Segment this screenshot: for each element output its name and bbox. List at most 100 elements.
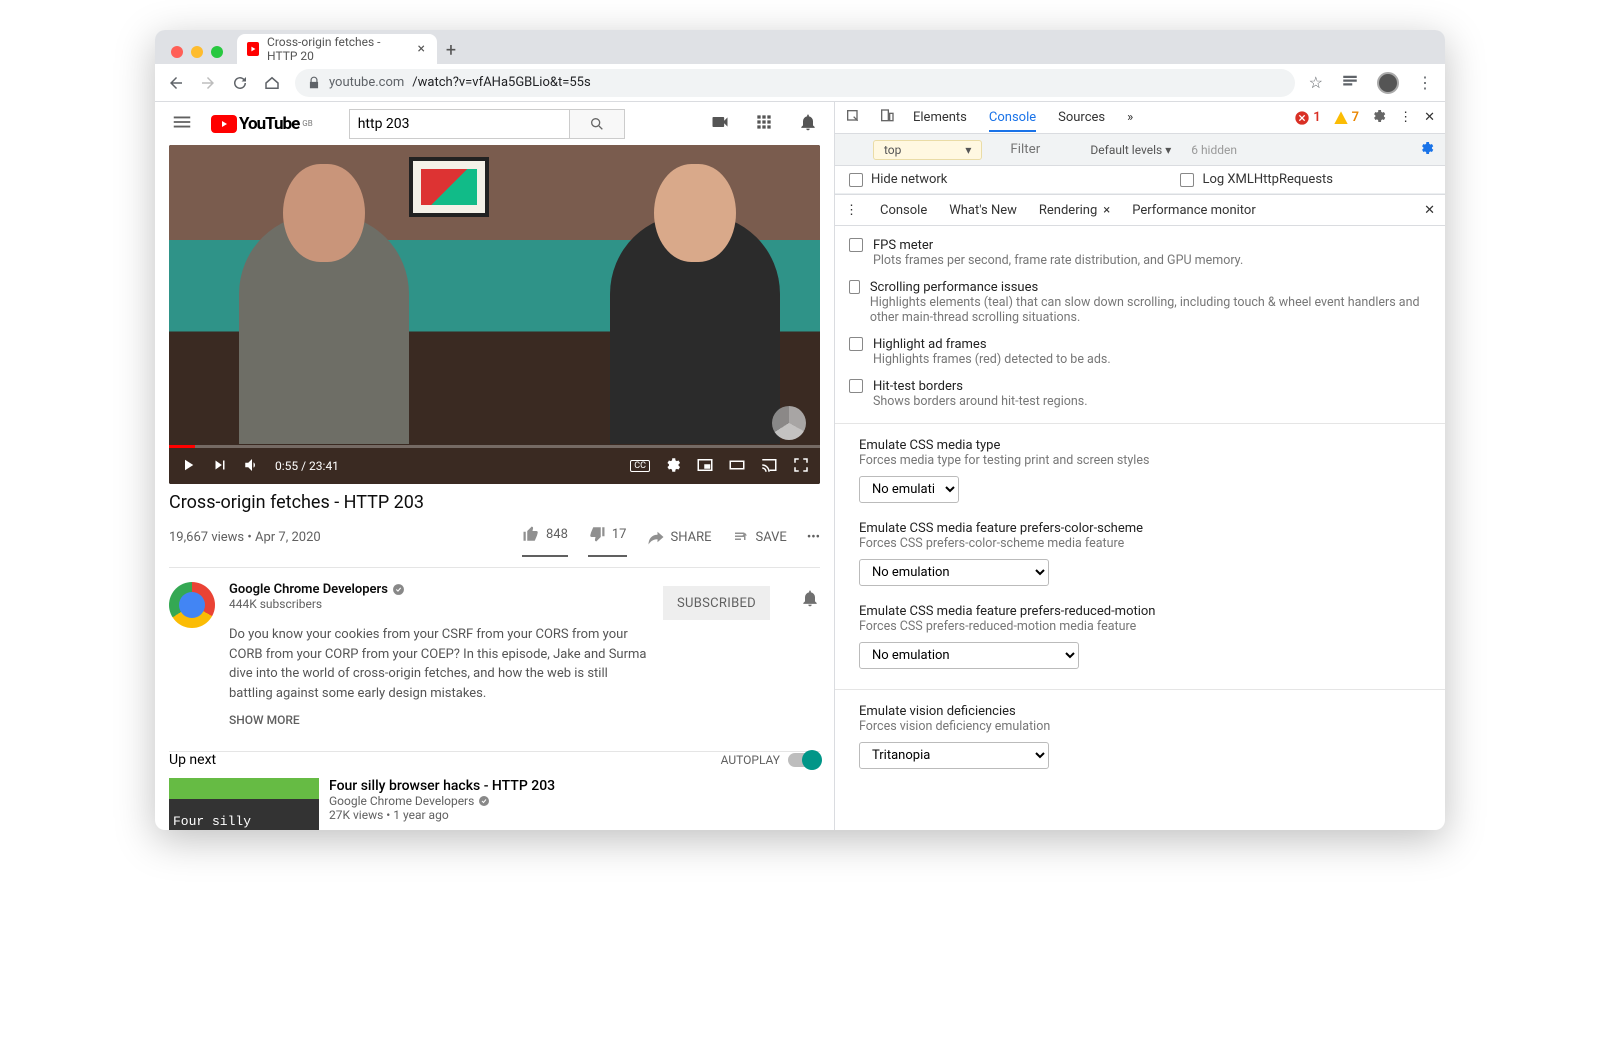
lock-icon	[307, 76, 321, 90]
fps-meter-label: FPS meter	[873, 238, 1243, 253]
cast-button[interactable]	[760, 456, 778, 477]
media-type-select[interactable]: No emulation	[859, 476, 959, 503]
drawer-tabs: ⋮ Console What's New Rendering× Performa…	[835, 194, 1445, 226]
new-tab-button[interactable]: +	[437, 36, 465, 64]
tab-console[interactable]: Console	[989, 103, 1036, 132]
drawer-tab-console[interactable]: Console	[880, 203, 927, 218]
context-selector[interactable]: top▾	[873, 140, 982, 160]
close-tab-icon[interactable]: ×	[416, 41, 427, 57]
theater-button[interactable]	[728, 456, 746, 477]
star-icon[interactable]: ☆	[1309, 73, 1323, 92]
minimize-window-button[interactable]	[191, 46, 203, 58]
maximize-window-button[interactable]	[211, 46, 223, 58]
profile-avatar[interactable]	[1377, 72, 1399, 94]
close-tab-icon[interactable]: ×	[1103, 203, 1110, 218]
color-scheme-desc: Forces CSS prefers-color-scheme media fe…	[859, 536, 1421, 551]
inspect-element-icon[interactable]	[845, 108, 861, 128]
highlight-ads-label: Highlight ad frames	[873, 337, 1111, 352]
browser-menu-icon[interactable]: ⋮	[1417, 73, 1433, 92]
video-frame-decor	[409, 157, 489, 217]
subscriber-count: 444K subscribers	[229, 597, 649, 611]
settings-icon[interactable]	[1371, 108, 1387, 128]
up-next-heading: Up next	[169, 752, 216, 768]
more-actions-button[interactable]: •••	[807, 530, 820, 545]
notification-bell-icon[interactable]	[800, 588, 820, 727]
url-domain: youtube.com	[329, 75, 404, 90]
youtube-logo[interactable]: YouTubeGB	[211, 114, 313, 134]
drawer-tab-whatsnew[interactable]: What's New	[949, 203, 1017, 218]
filter-input[interactable]	[1010, 142, 1070, 157]
like-button[interactable]: 848	[522, 525, 568, 557]
levels-selector[interactable]: Default levels ▾	[1084, 141, 1177, 159]
console-settings-icon[interactable]	[1419, 140, 1435, 159]
tab-more[interactable]: »	[1127, 103, 1133, 132]
next-video-title: Four silly browser hacks - HTTP 203	[329, 778, 555, 794]
hide-network-checkbox[interactable]	[849, 173, 863, 187]
up-next-item[interactable]: Four silly Four silly browser hacks - HT…	[155, 768, 834, 830]
vision-select[interactable]: Tritanopia	[859, 742, 1049, 769]
browser-tab[interactable]: Cross-origin fetches - HTTP 20 ×	[237, 34, 437, 64]
play-button[interactable]	[179, 456, 197, 477]
show-more-button[interactable]: SHOW MORE	[229, 713, 649, 727]
drawer-menu-icon[interactable]: ⋮	[845, 203, 858, 218]
view-count: 19,667 views	[169, 530, 244, 545]
miniplayer-button[interactable]	[696, 456, 714, 477]
autoplay-toggle[interactable]	[788, 753, 820, 767]
log-xhr-checkbox[interactable]	[1180, 173, 1194, 187]
save-button[interactable]: SAVE	[732, 528, 787, 546]
devtools-menu-icon[interactable]: ⋮	[1399, 110, 1412, 125]
next-button[interactable]	[211, 456, 229, 477]
forward-button[interactable]	[199, 74, 217, 92]
volume-button[interactable]	[243, 456, 261, 477]
video-player[interactable]: 0:55 / 23:41 CC	[169, 145, 820, 484]
apps-icon[interactable]	[754, 112, 774, 136]
subscribe-button[interactable]: SUBSCRIBED	[663, 586, 770, 620]
reduced-motion-select[interactable]: No emulation	[859, 642, 1079, 669]
drawer-tab-rendering[interactable]: Rendering×	[1039, 203, 1110, 218]
error-count[interactable]: 1	[1294, 110, 1320, 126]
color-scheme-select[interactable]: No emulation	[859, 559, 1049, 586]
search-button[interactable]	[569, 109, 625, 139]
fps-meter-checkbox[interactable]	[849, 238, 863, 252]
url-path: /watch?v=vfAHa5GBLio&t=55s	[412, 75, 590, 90]
hidden-count: 6 hidden	[1191, 143, 1237, 157]
thumbnail: Four silly	[169, 778, 319, 830]
create-icon[interactable]	[710, 112, 730, 136]
captions-button[interactable]: CC	[630, 460, 650, 472]
drawer-close-icon[interactable]: ✕	[1424, 203, 1435, 218]
chrome-logo-icon	[772, 406, 806, 440]
log-xhr-label: Log XMLHttpRequests	[1202, 172, 1333, 187]
tab-elements[interactable]: Elements	[913, 103, 967, 132]
autoplay-label: AUTOPLAY	[721, 753, 780, 767]
youtube-favicon	[247, 42, 259, 56]
devtools-close-icon[interactable]: ✕	[1424, 110, 1435, 125]
tab-title: Cross-origin fetches - HTTP 20	[267, 35, 407, 63]
share-button[interactable]: SHARE	[647, 528, 712, 546]
channel-name[interactable]: Google Chrome Developers	[229, 582, 649, 597]
region-label: GB	[302, 119, 312, 128]
vision-label: Emulate vision deficiencies	[859, 704, 1421, 719]
next-video-channel: Google Chrome Developers	[329, 794, 555, 808]
fullscreen-button[interactable]	[792, 456, 810, 477]
channel-avatar[interactable]	[169, 582, 215, 628]
highlight-ads-checkbox[interactable]	[849, 337, 863, 351]
hit-test-checkbox[interactable]	[849, 379, 863, 393]
settings-icon[interactable]	[664, 456, 682, 477]
warning-count[interactable]: 7	[1333, 110, 1359, 126]
scrolling-perf-desc: Highlights elements (teal) that can slow…	[870, 295, 1431, 325]
scrolling-perf-checkbox[interactable]	[849, 280, 860, 294]
device-toolbar-icon[interactable]	[879, 108, 895, 128]
menu-icon[interactable]	[171, 111, 193, 137]
home-button[interactable]	[263, 74, 281, 92]
back-button[interactable]	[167, 74, 185, 92]
notifications-icon[interactable]	[798, 112, 818, 136]
extension-icon[interactable]	[1341, 72, 1359, 94]
search-input[interactable]	[349, 109, 569, 139]
close-window-button[interactable]	[171, 46, 183, 58]
reload-button[interactable]	[231, 74, 249, 92]
dislike-button[interactable]: 17	[588, 525, 627, 557]
tab-sources[interactable]: Sources	[1058, 103, 1105, 132]
address-bar[interactable]: youtube.com/watch?v=vfAHa5GBLio&t=55s	[295, 69, 1295, 97]
youtube-header: YouTubeGB	[155, 102, 834, 145]
drawer-tab-perfmon[interactable]: Performance monitor	[1132, 203, 1256, 218]
